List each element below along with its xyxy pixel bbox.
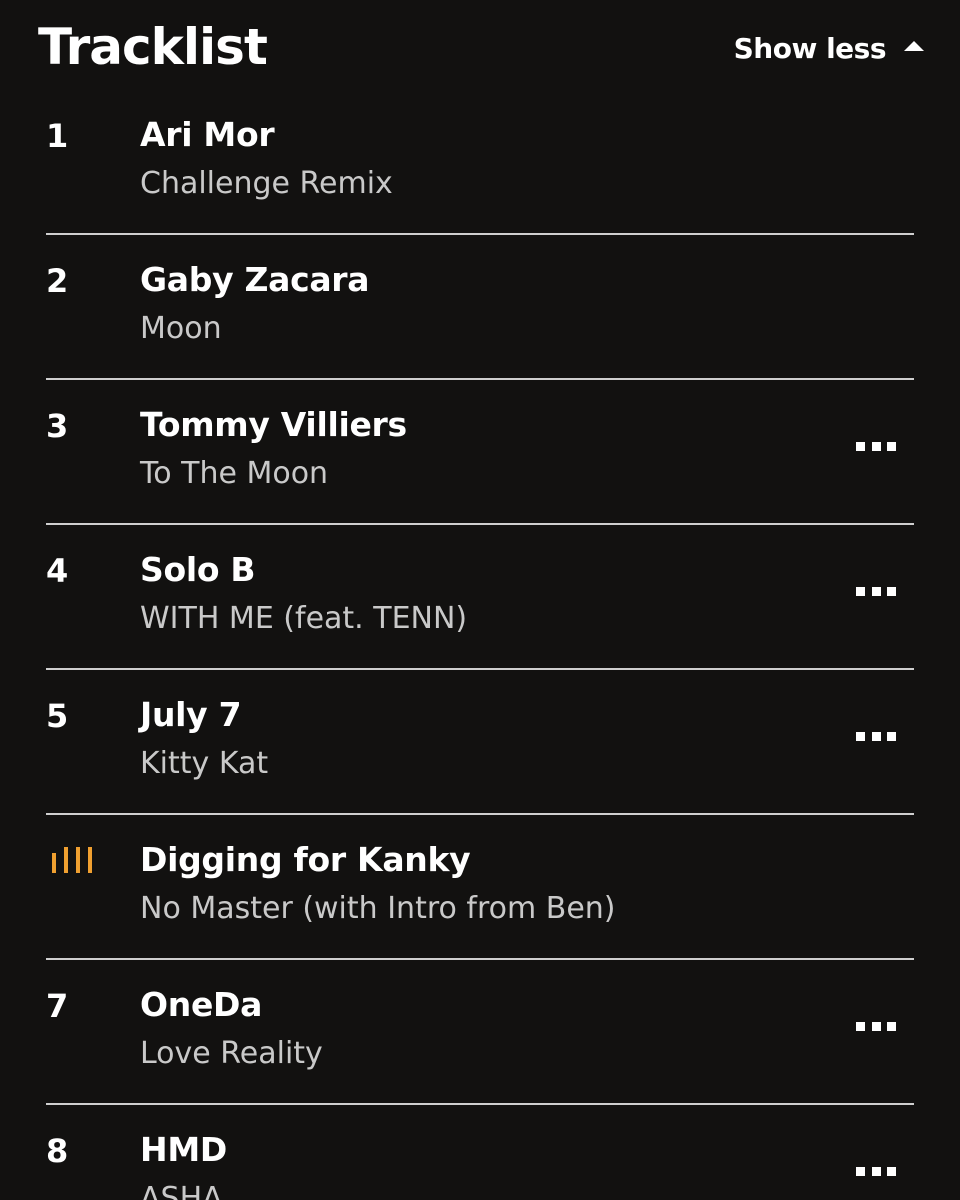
track-title: Moon xyxy=(140,311,222,346)
now-playing-bar xyxy=(88,847,92,873)
more-options-icon[interactable] xyxy=(856,726,896,746)
more-options-dot xyxy=(887,1021,896,1031)
track-title: Love Reality xyxy=(140,1036,323,1071)
track-number: 1 xyxy=(46,117,69,155)
more-options-dot xyxy=(887,586,896,596)
now-playing-bar xyxy=(64,847,68,873)
track-artist: Solo B xyxy=(140,550,256,589)
track-number: 7 xyxy=(46,987,69,1025)
more-options-dot xyxy=(856,1021,865,1031)
track-row[interactable]: 8 HMD ASHA xyxy=(46,1105,914,1200)
track-title: Kitty Kat xyxy=(140,746,269,781)
more-options-dot xyxy=(887,1166,896,1176)
now-playing-bar xyxy=(76,847,80,873)
more-options-dot xyxy=(871,1021,881,1031)
track-artist: Tommy Villiers xyxy=(140,405,407,444)
more-options-dot xyxy=(887,731,896,741)
track-title: WITH ME (feat. TENN) xyxy=(140,601,468,636)
track-row[interactable]: 2 Gaby Zacara Moon xyxy=(46,235,914,380)
more-options-dot xyxy=(856,731,865,741)
track-row[interactable]: 5 July 7 Kitty Kat xyxy=(46,670,914,815)
more-options-dot xyxy=(856,586,865,596)
show-less-label: Show less xyxy=(733,31,887,65)
track-title: Challenge Remix xyxy=(140,166,393,201)
track-list: 1 Ari Mor Challenge Remix 2 Gaby Zacara Moon 3… xyxy=(46,90,914,1200)
track-number: 2 xyxy=(46,262,69,300)
more-options-icon[interactable] xyxy=(856,436,896,456)
track-artist: OneDa xyxy=(140,985,263,1024)
track-title: No Master (with Intro from Ben) xyxy=(140,891,616,926)
track-number: 5 xyxy=(46,697,69,735)
track-title: To The Moon xyxy=(140,456,329,491)
more-options-dot xyxy=(871,1166,881,1176)
page-title: Tracklist xyxy=(38,18,268,76)
now-playing-bar xyxy=(52,853,56,873)
caret-up-icon xyxy=(904,41,924,51)
more-options-dot xyxy=(887,441,896,451)
more-options-dot xyxy=(871,586,881,596)
more-options-dot xyxy=(871,731,881,741)
now-playing-icon xyxy=(52,847,92,873)
track-row[interactable]: 4 Solo B WITH ME (feat. TENN) xyxy=(46,525,914,670)
more-options-dot xyxy=(856,1166,865,1176)
more-options-icon[interactable] xyxy=(856,1161,896,1181)
more-options-icon[interactable] xyxy=(856,1016,896,1036)
track-number: 4 xyxy=(46,552,69,590)
show-less-button[interactable]: Show less xyxy=(734,28,924,68)
track-artist: Digging for Kanky xyxy=(140,840,471,879)
track-row[interactable]: Digging for Kanky No Master (with Intro f… xyxy=(46,815,914,960)
more-options-icon[interactable] xyxy=(856,581,896,601)
track-row[interactable]: 7 OneDa Love Reality xyxy=(46,960,914,1105)
track-number: 3 xyxy=(46,407,69,445)
track-row[interactable]: 3 Tommy Villiers To The Moon xyxy=(46,380,914,525)
more-options-dot xyxy=(871,441,881,451)
track-artist: HMD xyxy=(140,1130,227,1169)
track-artist: Gaby Zacara xyxy=(140,260,370,299)
more-options-dot xyxy=(856,441,865,451)
track-title: ASHA xyxy=(140,1181,223,1200)
track-artist: July 7 xyxy=(140,695,242,734)
track-artist: Ari Mor xyxy=(140,115,275,154)
tracklist-header: Tracklist Show less xyxy=(0,0,960,100)
track-row[interactable]: 1 Ari Mor Challenge Remix xyxy=(46,90,914,235)
track-number: 8 xyxy=(46,1132,69,1170)
